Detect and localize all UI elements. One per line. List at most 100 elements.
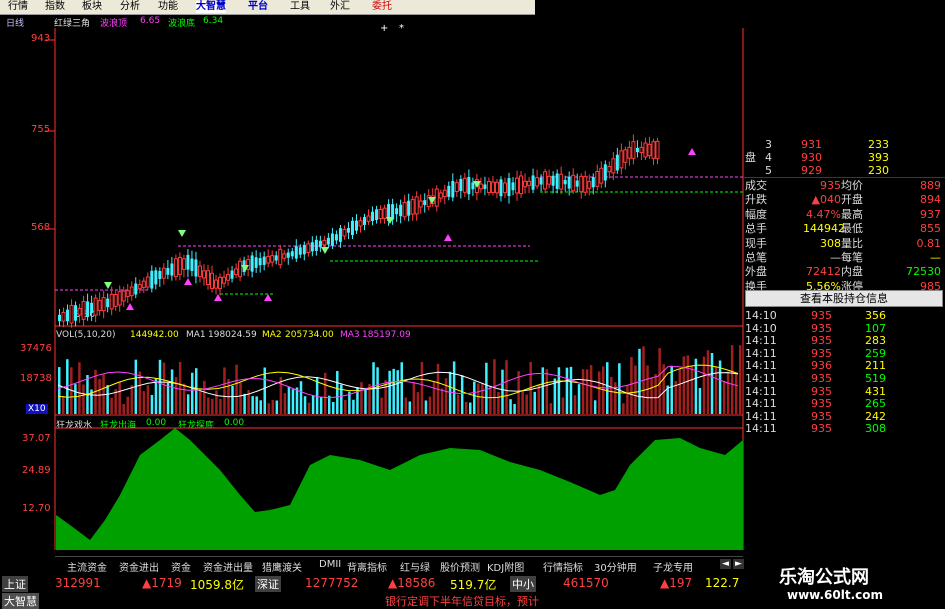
sh-index-label[interactable]: 上证 xyxy=(2,576,28,592)
candle-body xyxy=(150,270,154,289)
candle-body xyxy=(101,297,106,312)
buy-signal-icon xyxy=(214,294,222,301)
volume-bar xyxy=(126,396,129,414)
volume-bar xyxy=(428,396,432,414)
candle-body xyxy=(197,265,202,277)
candle-body xyxy=(587,181,592,189)
candle-body xyxy=(262,256,266,265)
app-name[interactable]: 大智慧 xyxy=(2,593,39,609)
volume-bar xyxy=(82,384,85,414)
volume-bar xyxy=(412,381,416,414)
candle-body xyxy=(382,207,387,219)
indicator-tab[interactable]: 资金进出 xyxy=(119,559,159,574)
stat-row: 成交 935 均价 889 xyxy=(745,179,941,192)
candle-body xyxy=(619,150,624,169)
volume-bar xyxy=(686,355,690,414)
candle-body xyxy=(454,182,459,193)
buy-signal-icon xyxy=(126,303,134,310)
indicator-area xyxy=(56,428,743,550)
indicator-tab[interactable]: 30分钟用 xyxy=(594,559,637,574)
volume-bar xyxy=(678,368,682,414)
candle-body xyxy=(507,178,511,197)
volume-bar xyxy=(581,369,585,414)
volume-bar xyxy=(178,361,182,414)
indicator-tab[interactable]: 猎鹰渡关 xyxy=(262,559,302,574)
sz-volume: 1277752 xyxy=(305,576,359,590)
tab-scroll-right-icon[interactable]: ► xyxy=(733,559,744,569)
volume-bar xyxy=(295,387,299,414)
volume-bar xyxy=(610,376,613,414)
candle-body xyxy=(90,302,94,314)
candle-body xyxy=(270,255,275,263)
volume-bar xyxy=(259,400,262,414)
volume-bar xyxy=(380,397,383,414)
sme-index-label[interactable]: 中小 xyxy=(510,576,536,592)
sh-change: ▲1719 xyxy=(142,576,182,590)
candle-body xyxy=(462,177,467,193)
indicator-tab[interactable]: 股价预测 xyxy=(440,559,480,574)
sz-index-label[interactable]: 深证 xyxy=(255,576,281,592)
volume-bar xyxy=(690,366,694,414)
tab-scroll-left-icon[interactable]: ◄ xyxy=(720,559,731,569)
indicator-tab[interactable]: 子龙专用 xyxy=(653,559,693,574)
candle-body xyxy=(173,258,178,278)
candle-body xyxy=(338,228,342,242)
volume-bar xyxy=(698,388,702,414)
volume-bar xyxy=(303,396,307,414)
volume-bar xyxy=(537,384,540,414)
volume-bar xyxy=(420,362,424,414)
candle-body xyxy=(519,175,524,195)
tick-row[interactable]: 14:11 935 308 xyxy=(743,421,945,436)
candle-body xyxy=(535,177,540,187)
indicator-tab[interactable]: DMII xyxy=(319,559,341,570)
volume-bar xyxy=(485,362,488,414)
volume-bar xyxy=(650,377,653,414)
indicator-tab[interactable]: 行情指标 xyxy=(543,559,583,574)
volume-bar xyxy=(448,371,452,414)
candle-body xyxy=(121,290,126,302)
candle-body xyxy=(266,256,271,264)
candle-body xyxy=(434,188,439,207)
view-holdings-button[interactable]: 查看本股持仓信息 xyxy=(745,290,943,307)
news-ticker[interactable]: 银行定调下半年信贷目标，预计 xyxy=(385,593,539,609)
candle-body xyxy=(527,180,532,186)
volume-bar xyxy=(565,367,569,414)
indicator-tab[interactable]: 背离指标 xyxy=(347,559,387,574)
indicator-tab[interactable]: 资金 xyxy=(171,559,191,574)
candle-body xyxy=(181,258,186,270)
stat-row: 总笔 — 每笔 — xyxy=(745,251,941,264)
indicator-tab[interactable]: 资金进出量 xyxy=(203,559,253,574)
candle-body xyxy=(322,239,327,246)
volume-bar xyxy=(299,381,303,414)
indicator-tab[interactable]: 主流资金 xyxy=(67,559,107,574)
volume-bar xyxy=(706,350,710,414)
indicator-tab[interactable]: KDJ附图 xyxy=(487,559,524,574)
volume-bar xyxy=(525,394,528,414)
volume-bar xyxy=(589,365,593,414)
candle-body xyxy=(170,263,174,276)
volume-bar xyxy=(332,402,335,414)
candle-body xyxy=(499,179,503,197)
indicator-tab[interactable]: 红与绿 xyxy=(400,559,430,574)
candle-body xyxy=(483,184,487,189)
volume-bar xyxy=(682,356,686,414)
volume-bar xyxy=(122,403,125,414)
candle-body xyxy=(77,307,82,316)
candle-body xyxy=(395,208,399,215)
candle-body xyxy=(177,256,182,275)
candle-body xyxy=(290,251,294,257)
volume-bar xyxy=(545,369,549,414)
candle-body xyxy=(194,259,198,277)
tick-list[interactable]: 14:10 935 356 14:10 935 107 14:11 935 283 1… xyxy=(743,308,945,443)
candle-body xyxy=(467,176,471,195)
candle-body xyxy=(418,200,423,208)
candle-body xyxy=(318,240,322,248)
volume-bar xyxy=(267,403,271,414)
volume-bar xyxy=(505,360,508,414)
volume-bar xyxy=(396,370,399,414)
candle-body xyxy=(238,260,243,278)
watermark-text: 乐淘公式网 xyxy=(779,567,869,588)
orderbook-row[interactable]: 5 929 230 xyxy=(743,163,945,178)
volume-bar xyxy=(106,385,109,414)
candle-body xyxy=(511,182,515,191)
